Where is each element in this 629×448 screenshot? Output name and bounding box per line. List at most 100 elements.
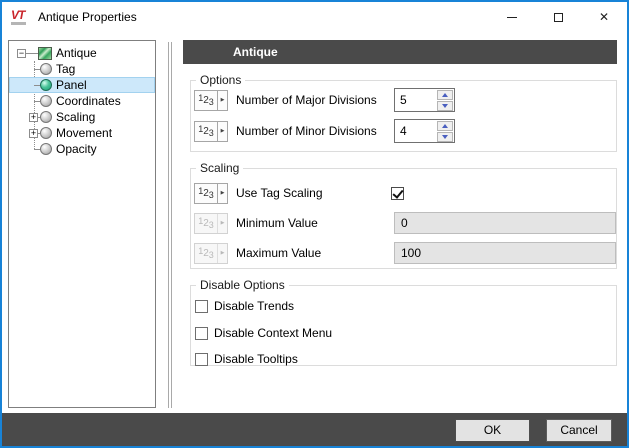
use-tag-scaling-label: Use Tag Scaling: [236, 186, 323, 200]
binding-arrow-icon: ▶: [217, 214, 227, 233]
antique-object-icon: [38, 47, 52, 60]
tree-node-label: Scaling: [56, 110, 95, 124]
numeric-binding-button[interactable]: 123 ▶: [194, 183, 228, 204]
tree-panel-splitter[interactable]: [168, 42, 172, 408]
disable-tooltips-row: Disable Tooltips: [195, 351, 298, 367]
minimum-value-label: Minimum Value: [236, 216, 318, 230]
expand-expander-icon[interactable]: +: [29, 129, 38, 138]
dialog-footer: OK Cancel: [2, 413, 627, 446]
spinner-value[interactable]: 5: [395, 89, 437, 111]
tree-node-label: Tag: [56, 62, 75, 76]
spinner-value[interactable]: 4: [395, 120, 437, 142]
numeric-123-icon: 123: [195, 214, 217, 233]
window-controls: ✕: [489, 2, 627, 32]
binding-arrow-icon: ▶: [217, 244, 227, 263]
sphere-icon: [40, 143, 52, 155]
numeric-123-icon: 123: [195, 122, 217, 141]
logo-underline: [11, 22, 26, 25]
minor-divisions-spinner[interactable]: 4: [394, 119, 455, 143]
window-title: Antique Properties: [38, 10, 137, 24]
sphere-icon: [40, 63, 52, 75]
minimum-value-input: 0: [394, 212, 616, 234]
spin-up-button[interactable]: [437, 90, 453, 100]
down-arrow-icon: [442, 104, 448, 108]
binding-arrow-icon[interactable]: ▶: [217, 91, 227, 110]
close-icon: ✕: [599, 11, 609, 23]
binding-arrow-icon[interactable]: ▶: [217, 122, 227, 141]
property-tree: − Antique Tag Panel Coordinates: [9, 41, 155, 157]
numeric-binding-button-disabled: 123 ▶: [194, 243, 228, 264]
collapse-expander-icon[interactable]: −: [17, 49, 26, 58]
tree-node-label: Coordinates: [56, 94, 121, 108]
app-logo-icon: VT: [11, 10, 29, 25]
close-button[interactable]: ✕: [581, 2, 627, 32]
scaling-groupbox: Scaling 123 ▶ Use Tag Scaling 123 ▶ Mini…: [190, 168, 617, 269]
tree-stub: [26, 53, 38, 54]
maximum-value-input: 100: [394, 242, 616, 264]
numeric-binding-button[interactable]: 123 ▶: [194, 121, 228, 142]
spin-up-button[interactable]: [437, 121, 453, 131]
panel-header: Antique: [183, 40, 617, 64]
minimize-button[interactable]: [489, 2, 535, 32]
minor-divisions-row: 123 ▶ Number of Minor Divisions 4: [194, 119, 377, 143]
spinner-buttons: [437, 120, 454, 142]
disable-context-menu-checkbox[interactable]: [195, 327, 208, 340]
options-groupbox: Options 123 ▶ Number of Major Divisions …: [190, 80, 617, 152]
tree-node-label: Panel: [56, 78, 87, 92]
spin-down-button[interactable]: [437, 132, 453, 142]
sphere-icon: [40, 127, 52, 139]
disable-options-groupbox: Disable Options Disable Trends Disable C…: [190, 285, 617, 366]
expand-expander-icon[interactable]: +: [29, 113, 38, 122]
logo-text: VT: [11, 10, 24, 21]
minimum-value-row: 123 ▶ Minimum Value 0: [194, 211, 318, 235]
major-divisions-label: Number of Major Divisions: [236, 93, 377, 107]
spinner-buttons: [437, 89, 454, 111]
tree-node-label: Opacity: [56, 142, 97, 156]
up-arrow-icon: [442, 124, 448, 128]
groupbox-legend: Disable Options: [196, 278, 289, 292]
down-arrow-icon: [442, 135, 448, 139]
groupbox-legend: Scaling: [196, 161, 243, 175]
use-tag-scaling-checkbox[interactable]: [391, 187, 404, 200]
numeric-binding-button[interactable]: 123 ▶: [194, 90, 228, 111]
cancel-button[interactable]: Cancel: [546, 419, 612, 442]
tree-node-panel[interactable]: Panel: [9, 77, 155, 93]
property-tree-panel: − Antique Tag Panel Coordinates: [8, 40, 156, 408]
tree-node-label: Movement: [56, 126, 112, 140]
spin-down-button[interactable]: [437, 101, 453, 111]
up-arrow-icon: [442, 93, 448, 97]
disable-trends-checkbox[interactable]: [195, 300, 208, 313]
sphere-icon: [40, 95, 52, 107]
groupbox-legend: Options: [196, 73, 245, 87]
major-divisions-spinner[interactable]: 5: [394, 88, 455, 112]
minimize-icon: [507, 17, 517, 18]
tree-node-tag[interactable]: Tag: [9, 61, 155, 77]
major-divisions-row: 123 ▶ Number of Major Divisions 5: [194, 88, 377, 112]
numeric-123-icon: 123: [195, 184, 217, 203]
tree-node-antique[interactable]: − Antique: [9, 45, 155, 61]
maximum-value-label: Maximum Value: [236, 246, 321, 260]
sphere-icon: [40, 111, 52, 123]
maximize-button[interactable]: [535, 2, 581, 32]
numeric-binding-button-disabled: 123 ▶: [194, 213, 228, 234]
numeric-123-icon: 123: [195, 244, 217, 263]
tree-node-coordinates[interactable]: Coordinates: [9, 93, 155, 109]
disable-context-menu-row: Disable Context Menu: [195, 325, 332, 341]
disable-tooltips-label: Disable Tooltips: [214, 352, 298, 366]
disable-trends-label: Disable Trends: [214, 299, 294, 313]
tree-node-opacity[interactable]: Opacity: [9, 141, 155, 157]
titlebar: VT Antique Properties ✕: [2, 2, 627, 32]
minor-divisions-label: Number of Minor Divisions: [236, 124, 377, 138]
numeric-123-icon: 123: [195, 91, 217, 110]
use-tag-scaling-row: 123 ▶ Use Tag Scaling: [194, 181, 323, 205]
sphere-icon-green: [40, 79, 52, 91]
tree-node-movement[interactable]: + Movement: [9, 125, 155, 141]
maximize-icon: [554, 13, 563, 22]
ok-button[interactable]: OK: [455, 419, 530, 442]
binding-arrow-icon[interactable]: ▶: [217, 184, 227, 203]
maximum-value-row: 123 ▶ Maximum Value 100: [194, 241, 321, 265]
tree-node-scaling[interactable]: + Scaling: [9, 109, 155, 125]
disable-trends-row: Disable Trends: [195, 298, 294, 314]
disable-tooltips-checkbox[interactable]: [195, 353, 208, 366]
disable-context-menu-label: Disable Context Menu: [214, 326, 332, 340]
